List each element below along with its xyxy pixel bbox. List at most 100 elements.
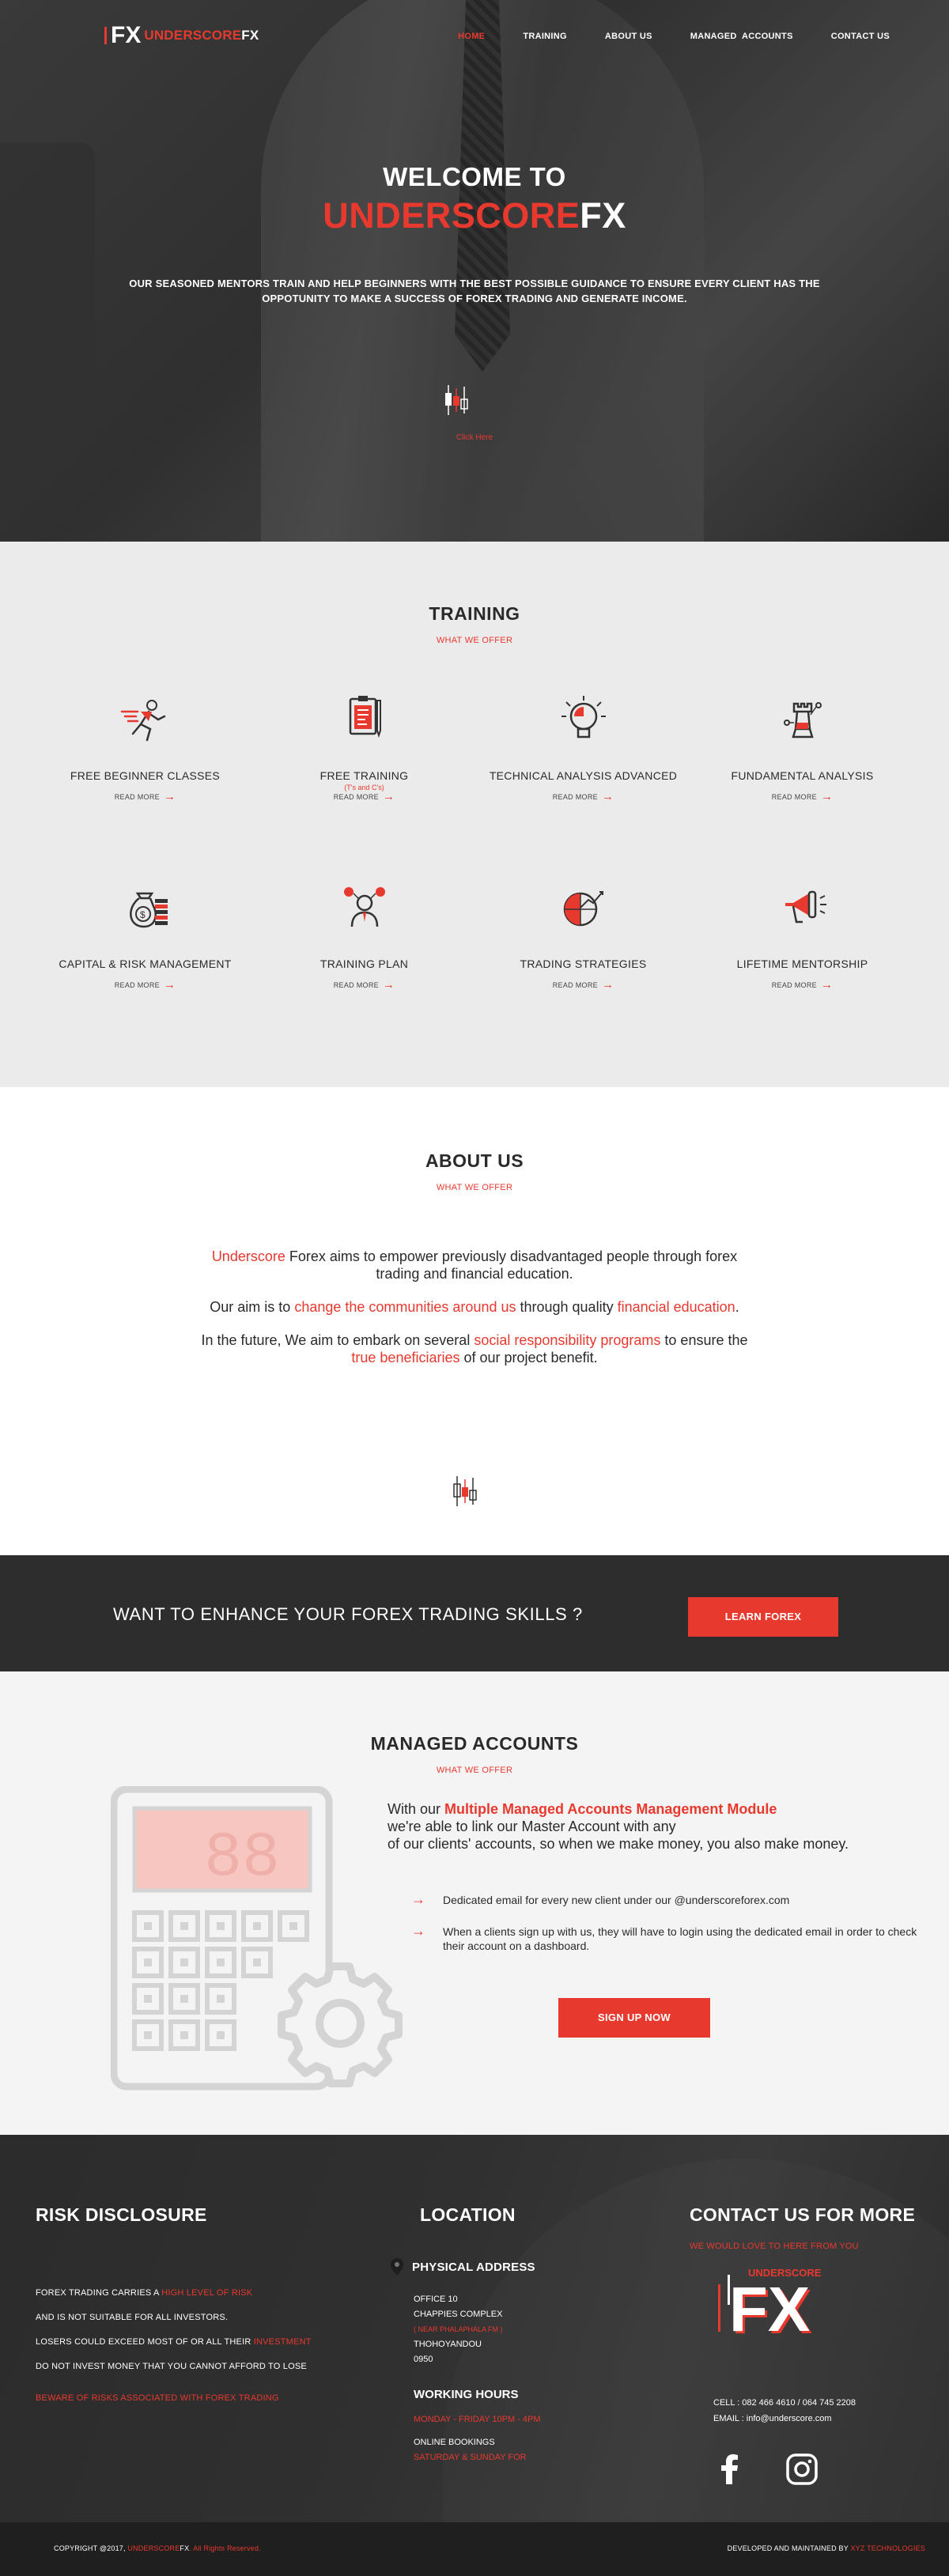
svg-text:$: $ (140, 909, 146, 920)
read-more-link[interactable]: READ MORE → (36, 978, 255, 991)
training-subtitle: WHAT WE OFFER (436, 636, 513, 645)
footer: RISK DISCLOSURE FOREX TRADING CARRIES A … (0, 2135, 949, 2522)
hero-section: FX UNDERSCOREFX HOME TRAINING ABOUT US M… (0, 0, 949, 542)
globe-chart-icon (563, 891, 603, 927)
training-section: TRAINING WHAT WE OFFER FREE BEGINNER CLA… (0, 542, 949, 1087)
about-subtitle: WHAT WE OFFER (436, 1183, 513, 1192)
risk-lines: FOREX TRADING CARRIES A HIGH LEVEL OF RI… (36, 2288, 312, 2371)
top-nav: FX UNDERSCOREFX HOME TRAINING ABOUT US M… (0, 0, 949, 75)
location: LOCATION PHYSICAL ADDRESS OFFICE 10 CHAP… (390, 2204, 572, 2465)
training-card: LIFETIME MENTORSHIP READ MORE → (693, 876, 912, 1018)
contact-subtitle: WE WOULD LOVE TO HERE FROM YOU (690, 2242, 859, 2251)
about-paragraph: Our aim is to change the communities aro… (210, 1299, 739, 1315)
map-pin-icon (391, 2258, 403, 2276)
address: OFFICE 10 CHAPPIES COMPLEX ( NEAR PHALAP… (414, 2295, 503, 2364)
list-item: When a clients sign up with us, they wil… (411, 1924, 917, 1953)
cta-question: WANT TO ENHANCE YOUR FOREX TRADING SKILL… (113, 1604, 583, 1624)
risk-title: RISK DISCLOSURE (36, 2204, 207, 2225)
nav-home[interactable]: HOME (458, 32, 485, 41)
read-more-link[interactable]: READ MORE → (255, 978, 474, 991)
location-title: LOCATION (420, 2204, 516, 2225)
managed-intro: With our Multiple Managed Accounts Manag… (388, 1801, 849, 1852)
contact: CONTACT US FOR MORE WE WOULD LOVE TO HER… (690, 2204, 935, 2485)
read-more-link[interactable]: READ MORE → (36, 790, 255, 803)
nav-contact[interactable]: CONTACT US (831, 32, 890, 41)
list-item: Dedicated email for every new client und… (411, 1892, 917, 1907)
copyright-text: COPYRIGHT @2017, UNDERSCOREFX. All Right… (54, 2544, 261, 2552)
mentor-icon (343, 887, 385, 927)
about-title: ABOUT US (425, 1150, 524, 1171)
training-card: TRADING STRATEGIES READ MORE → (474, 876, 693, 1018)
social-links (721, 2453, 935, 2485)
copyright-bar: COPYRIGHT @2017, UNDERSCOREFX. All Right… (0, 2522, 949, 2576)
contact-title: CONTACT US FOR MORE (690, 2204, 916, 2225)
developer-credit: DEVELOPED AND MAINTAINED BY XYZ TECHNOLO… (727, 2544, 925, 2552)
instagram-icon[interactable] (786, 2453, 818, 2485)
card-title: LIFETIME MENTORSHIP (736, 958, 868, 970)
main-menu: HOME TRAINING ABOUT US MANAGED ACCOUNTS … (420, 32, 890, 41)
training-title: TRAINING (429, 603, 520, 624)
lightbulb-icon (561, 696, 606, 738)
card-title: TECHNICAL ANALYSIS ADVANCED (489, 769, 678, 782)
card-title: TRADING STRATEGIES (520, 958, 647, 970)
managed-bullets: Dedicated email for every new client und… (411, 1892, 917, 1970)
training-card: TECHNICAL ANALYSIS ADVANCED READ MORE → (474, 688, 693, 830)
working-hours-title: WORKING HOURS (414, 2388, 519, 2401)
card-title: FUNDAMENTAL ANALYSIS (731, 769, 874, 782)
managed-title: MANAGED ACCOUNTS (370, 1733, 579, 1754)
logo-text: UNDERSCOREFX (144, 28, 259, 43)
card-title: FREE TRAINING (319, 769, 409, 782)
facebook-icon[interactable] (721, 2454, 739, 2484)
logo-mark: FX (104, 24, 141, 47)
money-bag-icon: $ (129, 892, 168, 928)
training-card: TRAINING PLAN READ MORE → (255, 876, 474, 1018)
footer-logo[interactable]: UNDERSCORE FX (713, 2267, 832, 2354)
risk-warning: BEWARE OF RISKS ASSOCIATED WITH FOREX TR… (36, 2393, 279, 2403)
calculator-gear-icon: 88 (111, 1786, 403, 2091)
logo[interactable]: FX UNDERSCOREFX (104, 24, 259, 47)
read-more-link[interactable]: READ MORE → (693, 978, 912, 991)
candlestick-icon[interactable] (442, 383, 471, 417)
hero-description: OUR SEASONED MENTORS TRAIN AND HELP BEGI… (129, 278, 820, 304)
hero-welcome: WELCOME TO (383, 162, 566, 191)
nav-managed-accounts[interactable]: MANAGED ACCOUNTS (690, 32, 793, 41)
training-card: FREE BEGINNER CLASSES READ MORE → (36, 688, 255, 830)
running-man-icon (120, 700, 165, 742)
training-card: FREE TRAINING (T's and C's) READ MORE → (255, 688, 474, 830)
candlestick-icon (453, 1476, 477, 1506)
nav-training[interactable]: TRAINING (523, 32, 567, 41)
clipboard-icon (349, 696, 381, 738)
read-more-link[interactable]: READ MORE → (474, 790, 693, 803)
nav-about[interactable]: ABOUT US (605, 32, 652, 41)
cta-band: WANT TO ENHANCE YOUR FOREX TRADING SKILL… (0, 1555, 949, 1671)
about-paragraph: Underscore Forex aims to empower previou… (211, 1248, 738, 1282)
card-title: CAPITAL & RISK MANAGEMENT (59, 958, 232, 970)
sign-up-button[interactable]: SIGN UP NOW (558, 1998, 710, 2038)
training-grid: FREE BEGINNER CLASSES READ MORE → FREE TR… (36, 688, 913, 1018)
contact-info: CELL : 082 466 4610 / 064 745 2208 EMAIL… (713, 2395, 935, 2427)
chess-rook-icon (783, 702, 822, 738)
card-title: TRAINING PLAN (319, 958, 409, 970)
training-card: FUNDAMENTAL ANALYSIS READ MORE → (693, 688, 912, 830)
about-text: Underscore Forex aims to empower previou… (190, 1248, 759, 1366)
calc-display: 88 (204, 1822, 280, 1894)
about-paragraph: In the future, We aim to embark on sever… (201, 1332, 748, 1365)
card-title: FREE BEGINNER CLASSES (70, 769, 221, 782)
megaphone-icon (785, 890, 826, 924)
contact-email[interactable]: EMAIL : info@underscore.com (713, 2411, 935, 2427)
physical-address-title: PHYSICAL ADDRESS (412, 2260, 535, 2274)
learn-forex-button[interactable]: LEARN FOREX (688, 1597, 838, 1637)
managed-accounts-section: MANAGED ACCOUNTS WHAT WE OFFER 88 With o… (0, 1671, 949, 2135)
read-more-link[interactable]: READ MORE → (255, 790, 474, 803)
about-section: ABOUT US WHAT WE OFFER Underscore Forex … (0, 1087, 949, 1555)
read-more-link[interactable]: READ MORE → (474, 978, 693, 991)
training-card: $ CAPITAL & RISK MANAGEMENT READ MORE → (36, 876, 255, 1018)
contact-cell: CELL : 082 466 4610 / 064 745 2208 (713, 2398, 856, 2408)
risk-disclosure: RISK DISCLOSURE FOREX TRADING CARRIES A … (36, 2204, 368, 2403)
working-hours: MONDAY - FRIDAY 10PM - 4PM ONLINE BOOKIN… (414, 2415, 541, 2462)
hero-content: WELCOME TO UNDERSCOREFX OUR SEASONED MEN… (0, 162, 949, 306)
hero-click-link[interactable]: Click Here (0, 433, 949, 442)
hero-title: UNDERSCOREFX (323, 195, 626, 236)
read-more-link[interactable]: READ MORE → (693, 790, 912, 803)
managed-subtitle: WHAT WE OFFER (436, 1766, 513, 1775)
